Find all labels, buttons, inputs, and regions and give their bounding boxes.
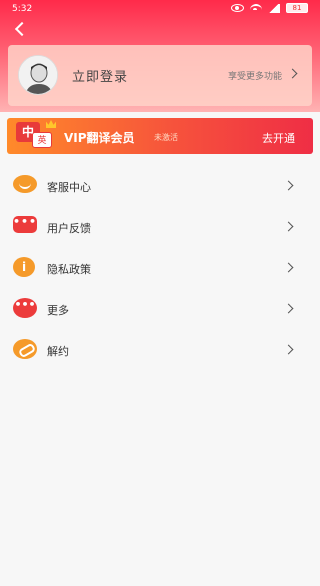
user-avatar-icon [19, 56, 57, 94]
menu-item-customer-service[interactable]: 客服中心 [0, 166, 320, 206]
vip-logo: 中 英 [16, 120, 58, 150]
menu-item-cancel-subscription[interactable]: 解约 [0, 330, 320, 370]
login-title[interactable]: 立即登录 [72, 66, 128, 85]
back-button[interactable] [13, 21, 29, 37]
info-icon: i [13, 257, 35, 277]
vip-banner[interactable]: 中 英 VIP翻译会员 未激活 去开通 [7, 118, 313, 154]
menu-item-more[interactable]: ••• 更多 [0, 289, 320, 329]
chevron-right-icon [283, 344, 294, 355]
more-icon: ••• [13, 298, 37, 318]
menu-item-label: 隐私政策 [47, 263, 91, 276]
vip-logo-en: 英 [32, 132, 52, 148]
link-icon [13, 339, 37, 359]
chevron-right-icon [287, 68, 298, 79]
menu-item-feedback[interactable]: ••• 用户反馈 [0, 207, 320, 247]
vip-title: VIP翻译会员 [64, 131, 135, 145]
chevron-right-icon [283, 180, 294, 191]
battery-icon: 81 [286, 3, 308, 13]
vip-status: 未激活 [154, 133, 178, 142]
wifi-icon [250, 4, 262, 12]
crown-icon [46, 120, 56, 128]
login-subtitle: 享受更多功能 [227, 72, 282, 82]
signal-icon [268, 3, 280, 13]
status-bar: 5:32 81 [0, 0, 320, 18]
avatar [18, 55, 58, 95]
status-time: 5:32 [12, 4, 33, 14]
menu-item-label: 用户反馈 [47, 222, 91, 235]
chevron-right-icon [283, 262, 294, 273]
chevron-right-icon [283, 303, 294, 314]
menu-item-label: 更多 [47, 304, 69, 317]
login-card[interactable]: 立即登录 享受更多功能 [8, 45, 312, 106]
status-icons: 81 [231, 3, 308, 13]
eye-icon [231, 4, 244, 12]
chevron-right-icon [283, 221, 294, 232]
menu-item-label: 客服中心 [47, 181, 91, 194]
headset-icon [13, 175, 37, 193]
chat-icon: ••• [13, 216, 37, 233]
menu-item-privacy[interactable]: i 隐私政策 [0, 248, 320, 288]
vip-open-button[interactable]: 去开通 [262, 130, 295, 146]
menu-item-label: 解约 [47, 345, 69, 358]
